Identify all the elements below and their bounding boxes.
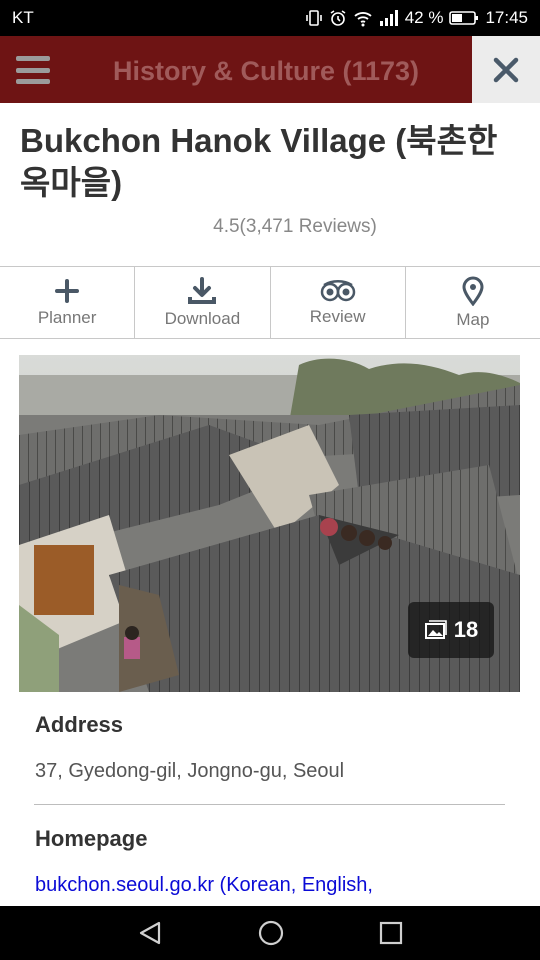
- close-button[interactable]: [472, 36, 540, 103]
- recents-icon[interactable]: [379, 921, 403, 945]
- address-value: 37, Gyedong-gil, Jongno-gu, Seoul: [35, 760, 345, 782]
- map-pin-icon: [462, 276, 484, 306]
- tripadvisor-icon: [320, 279, 355, 301]
- photo-count-badge[interactable]: 18: [408, 602, 494, 658]
- battery-percent: 42 %: [404, 8, 444, 27]
- photo-count: 18: [453, 617, 479, 642]
- app-bar-title: History & Culture (1173): [112, 56, 420, 86]
- android-nav-bar: [0, 906, 540, 960]
- status-icons: 42 % 17:45: [305, 8, 528, 28]
- app-bar-main: History & Culture (1173): [0, 36, 472, 103]
- alarm-icon: [330, 10, 346, 26]
- hero-photo[interactable]: 18: [19, 355, 520, 692]
- homepage-link[interactable]: bukchon.seoul.go.kr (Korean, English,: [35, 874, 373, 897]
- plus-icon: [55, 278, 80, 303]
- close-icon: [493, 57, 519, 82]
- action-row: Planner Download Review Map: [0, 266, 540, 339]
- divider: [34, 804, 505, 805]
- back-icon[interactable]: [137, 920, 163, 946]
- hamburger-menu-icon[interactable]: [16, 56, 50, 84]
- planner-label: Planner: [37, 307, 97, 327]
- app-bar: History & Culture (1173): [0, 36, 540, 103]
- planner-button[interactable]: Planner: [0, 267, 136, 338]
- review-label: Review: [309, 306, 366, 326]
- homepage-label: Homepage: [35, 826, 148, 851]
- gallery-icon: [424, 620, 447, 639]
- map-button[interactable]: Map: [406, 267, 540, 338]
- clock: 17:45: [485, 8, 528, 27]
- carrier-label: KT: [12, 8, 34, 27]
- home-icon[interactable]: [257, 919, 285, 947]
- download-button[interactable]: Download: [135, 267, 271, 338]
- status-bar: KT 42 % 17:45: [0, 0, 540, 36]
- wifi-icon: [354, 12, 372, 27]
- download-label: Download: [164, 308, 241, 328]
- address-label: Address: [35, 712, 124, 737]
- signal-icon: [379, 10, 398, 26]
- download-icon: [188, 276, 217, 304]
- review-button[interactable]: Review: [271, 267, 406, 338]
- place-title: Bukchon Hanok Village (북촌한옥마을): [20, 122, 498, 201]
- vibrate-icon: [305, 10, 322, 26]
- battery-icon: [449, 11, 479, 25]
- rating-text: 4.5(3,471 Reviews): [213, 216, 377, 237]
- map-label: Map: [456, 309, 490, 329]
